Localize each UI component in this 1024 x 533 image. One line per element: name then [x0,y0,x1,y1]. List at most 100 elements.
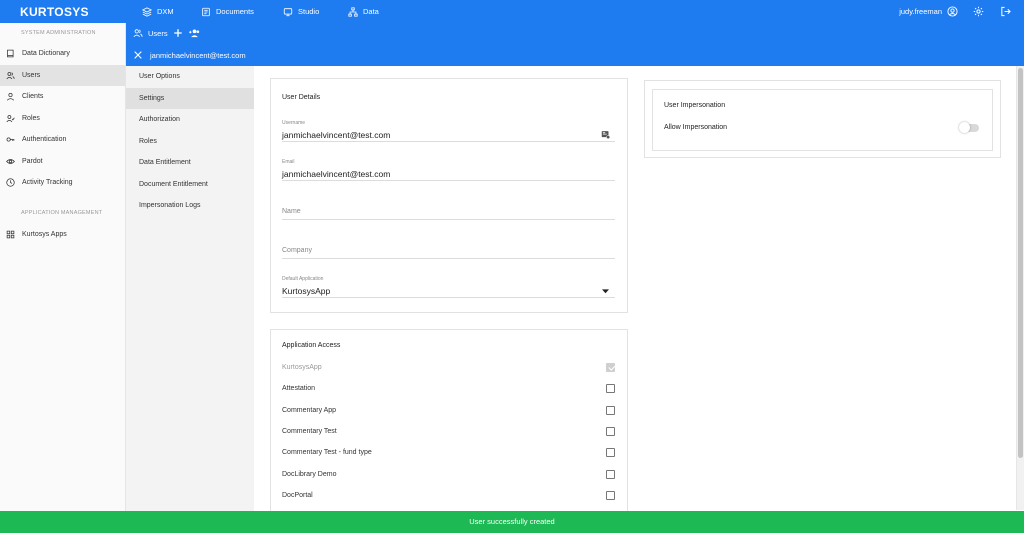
app-access-label: DocLibrary Demo [282,470,337,478]
app-access-checkbox[interactable] [606,447,615,457]
impersonation-title: User Impersonation [664,102,726,109]
user-settings-menu: User Options Settings Authorization Role… [126,66,254,533]
kurtosys-logo[interactable]: KURTOSYS [20,5,89,19]
app-access-label: Commentary App [282,406,337,414]
menu-user-options[interactable]: User Options [126,66,254,88]
name-placeholder: Name [282,208,301,215]
allow-impersonation-toggle[interactable] [959,122,979,133]
success-toast: User successfully created [0,511,1024,533]
app-access-checkbox[interactable] [606,405,615,415]
menu-document-entitlement[interactable]: Document Entitlement [126,174,254,196]
app-access-label: KurtosysApp [282,363,322,371]
roles-icon [6,114,15,122]
app-access-label: Attestation [282,384,316,392]
application-access-title: Application Access [282,342,341,349]
email-field[interactable]: Email janmichaelvincent@test.com [282,157,615,181]
user-circle-icon [947,6,958,17]
book-icon [7,50,14,58]
app-access-row[interactable]: Attestation [282,381,615,395]
app-access-checkbox[interactable] [606,426,615,436]
scrollbar-thumb[interactable] [1018,68,1023,458]
menu-roles[interactable]: Roles [126,131,254,153]
sidebar-item-authentication[interactable]: Authentication [0,129,125,151]
sidebar-section-application: APPLICATION MANAGEMENT [21,209,103,216]
app-access-checkbox[interactable] [606,490,615,500]
nav-dxm[interactable]: DXM [142,0,174,23]
default-application-value: KurtosysApp [282,286,331,296]
username-label: judy.freeman [899,7,942,16]
studio-icon [283,7,293,16]
nav-documents[interactable]: Documents [201,0,254,23]
menu-data-entitlement[interactable]: Data Entitlement [126,152,254,174]
users-header: Users janmichaelvincent@test.com [126,23,1024,66]
top-bar: KURTOSYS DXM Documents Studio Data judy.… [0,0,1024,23]
app-access-label: DocPortal [282,491,313,499]
sidebar-item-clients[interactable]: Clients [0,86,125,108]
gear-icon[interactable] [973,6,984,17]
username-field[interactable]: Username janmichaelvincent@test.com [282,118,615,142]
add-icon[interactable] [173,28,183,38]
user-details-title: User Details [282,94,321,101]
menu-authorization[interactable]: Authorization [126,109,254,131]
contact-card-icon[interactable] [601,130,610,139]
email-value: janmichaelvincent@test.com [282,169,391,179]
sidebar-item-label: Clients [22,93,44,101]
menu-impersonation-logs[interactable]: Impersonation Logs [126,195,254,217]
documents-icon [202,7,210,16]
sidebar-section-system: SYSTEM ADMINISTRATION [21,30,96,36]
app-access-checkbox[interactable] [606,469,615,479]
sidebar-item-kurtosys-apps[interactable]: Kurtosys Apps [0,224,125,246]
sidebar-item-label: Kurtosys Apps [22,230,67,238]
username-value: janmichaelvincent@test.com [282,130,391,140]
key-icon [6,137,15,142]
sidebar: SYSTEM ADMINISTRATION Data Dictionary Us… [0,23,126,533]
app-access-label: Commentary Test - fund type [282,448,372,456]
company-field[interactable]: Company [282,243,615,259]
default-application-select[interactable]: Default Application KurtosysApp [282,275,615,298]
sidebar-item-label: Roles [22,114,40,122]
sidebar-item-users[interactable]: Users [0,64,125,86]
user-menu[interactable]: judy.freeman [899,0,958,23]
app-access-row[interactable]: Commentary Test [282,424,615,438]
allow-impersonation-label: Allow Impersonation [664,124,728,131]
sidebar-item-pardot[interactable]: Pardot [0,151,125,173]
dropdown-arrow-icon[interactable] [602,289,609,294]
logout-icon[interactable] [1000,6,1011,17]
nav-documents-label: Documents [216,7,254,16]
sidebar-item-label: Pardot [22,157,43,165]
sidebar-item-label: Authentication [22,136,67,144]
application-access-card: Application Access KurtosysApp Attestati… [270,329,628,533]
user-details-card: User Details Username janmichaelvincent@… [270,78,628,313]
menu-settings[interactable]: Settings [126,87,254,109]
layers-icon [142,6,152,17]
close-icon[interactable] [133,50,143,60]
nav-data[interactable]: Data [348,0,379,23]
add-users-icon[interactable] [188,28,201,38]
app-access-row[interactable]: Commentary Test - fund type [282,445,615,459]
nav-studio-label: Studio [298,7,320,16]
app-access-row: KurtosysApp [282,360,615,374]
users-icon [6,71,15,79]
sidebar-item-activity-tracking[interactable]: Activity Tracking [0,172,125,194]
impersonation-outer-card: User Impersonation Allow Impersonation [644,80,1001,158]
app-access-row[interactable]: DocPortal [282,488,615,502]
sidebar-item-data-dictionary[interactable]: Data Dictionary [0,43,125,65]
hierarchy-icon [348,6,358,17]
selected-user-label: janmichaelvincent@test.com [150,50,246,60]
app-access-row[interactable]: Commentary App [282,403,615,417]
clock-icon [6,178,15,187]
users-header-title: Users [148,28,168,38]
sidebar-item-label: Data Dictionary [22,50,70,58]
nav-studio[interactable]: Studio [283,0,319,23]
nav-dxm-label: DXM [157,7,174,16]
content-scrollbar[interactable] [1016,66,1024,510]
app-access-checkbox[interactable] [606,383,615,393]
apps-grid-icon [6,230,15,238]
client-icon [6,93,15,101]
settings-content: User Details Username janmichaelvincent@… [254,66,1024,533]
email-label: Email [282,159,295,165]
name-field[interactable]: Name [282,204,615,220]
app-access-row[interactable]: DocLibrary Demo [282,467,615,481]
nav-data-label: Data [363,7,379,16]
sidebar-item-roles[interactable]: Roles [0,108,125,130]
